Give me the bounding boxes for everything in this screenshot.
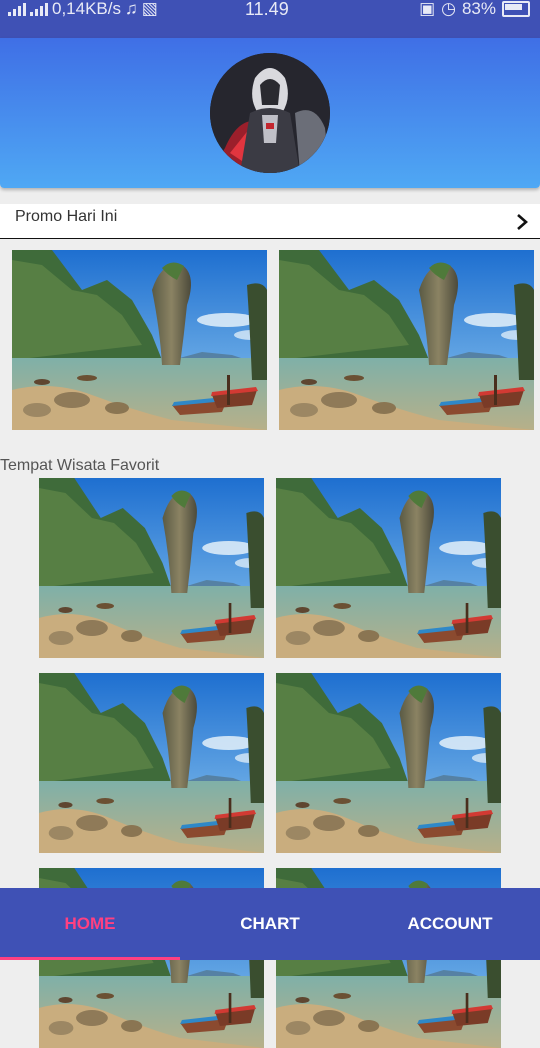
chevron-right-icon[interactable] (514, 212, 530, 232)
nav-home-tab[interactable]: HOME (0, 888, 180, 960)
promo-title: Promo Hari Ini (15, 208, 118, 225)
battery-icon (502, 1, 530, 17)
favorites-title: Tempat Wisata Favorit (0, 457, 160, 474)
favorite-image-3[interactable] (39, 673, 264, 853)
favorite-image-4[interactable] (276, 673, 501, 853)
vibrate-icon: ▣ (419, 0, 436, 18)
nav-chart-label: CHART (240, 914, 300, 933)
nav-account-label: ACCOUNT (407, 914, 493, 933)
promo-bar[interactable]: Promo Hari Ini (0, 204, 540, 239)
profile-header (0, 38, 540, 188)
image-icon: ▧ (141, 0, 158, 18)
nav-chart-tab[interactable]: CHART (180, 888, 360, 960)
clock: 11.49 (245, 0, 289, 19)
favorite-image-2[interactable] (276, 478, 501, 658)
status-left: 0,14KB/s ♫ ▧ (8, 0, 158, 18)
signal-icon (8, 2, 26, 16)
nav-account-tab[interactable]: ACCOUNT (360, 888, 540, 960)
battery-percent: 83% (461, 0, 496, 18)
network-speed: 0,14KB/s (52, 0, 121, 18)
favorite-image-1[interactable] (39, 478, 264, 658)
assassin-avatar-icon[interactable] (210, 53, 330, 173)
music-icon: ♫ (125, 0, 138, 18)
alarm-icon: ◷ (441, 0, 456, 18)
status-bar: 0,14KB/s ♫ ▧ 11.49 ▣ ◷ 83% (0, 0, 540, 38)
promo-image-1[interactable] (12, 250, 267, 430)
signal-icon (30, 2, 48, 16)
bottom-navigation: HOME CHART ACCOUNT (0, 888, 540, 960)
status-right: ▣ ◷ 83% (419, 0, 530, 18)
nav-home-label: HOME (64, 914, 116, 933)
promo-image-2[interactable] (279, 250, 534, 430)
